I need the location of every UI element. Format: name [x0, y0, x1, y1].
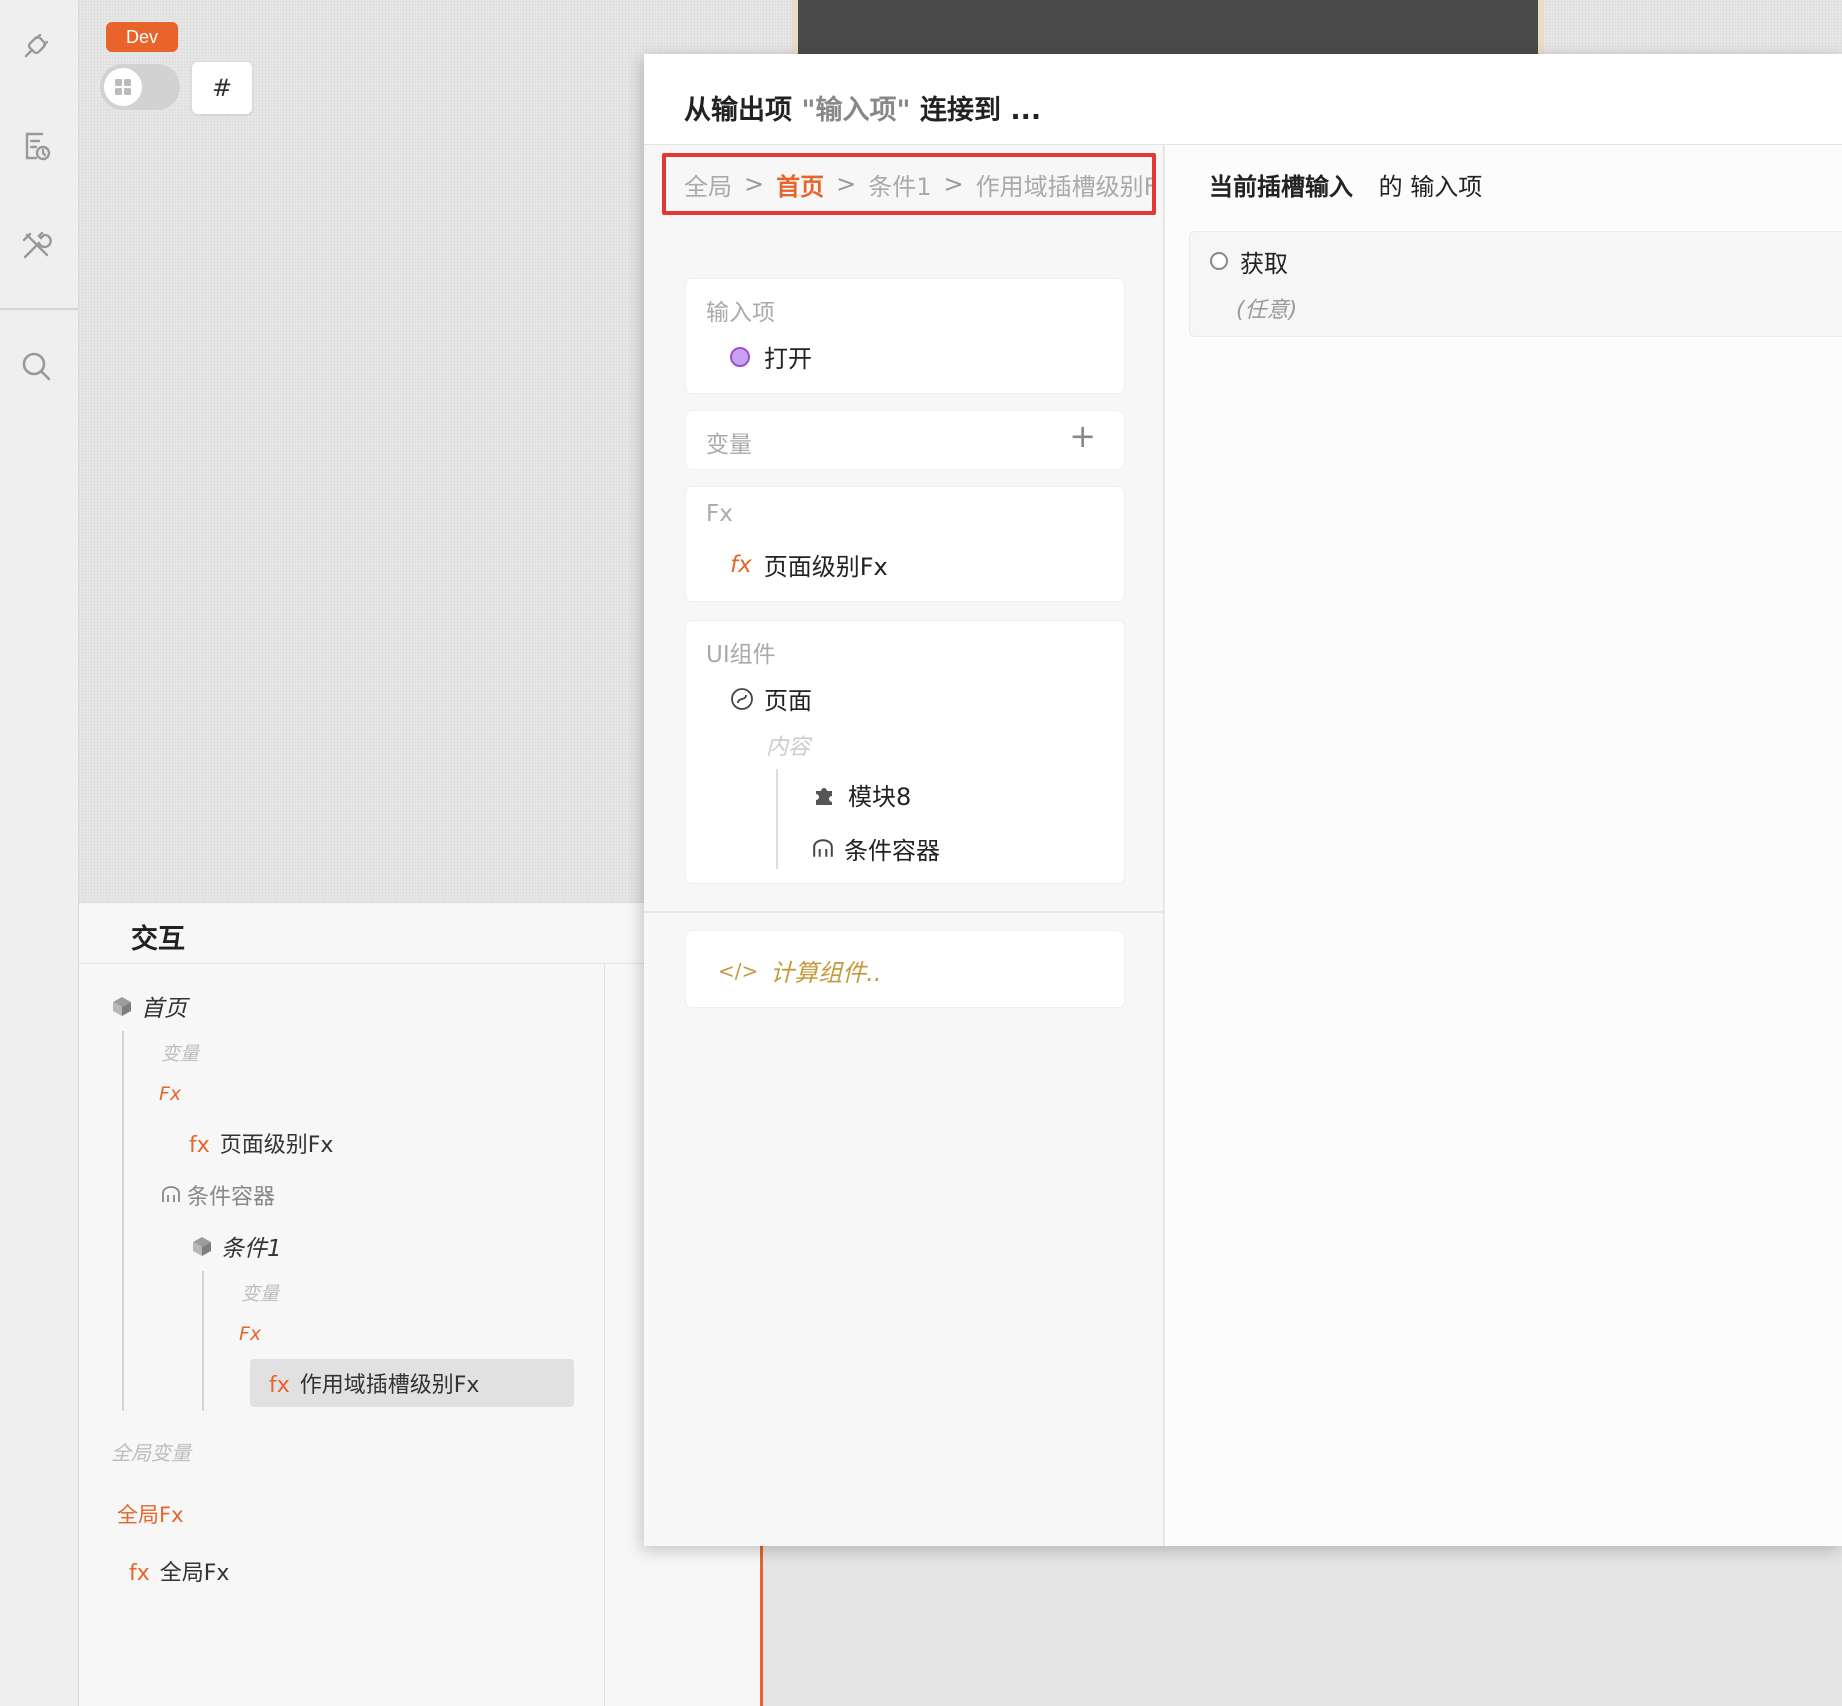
tree-cond-fx-heading: Fx [239, 1323, 262, 1345]
modal-title-quoted: "输入项" [801, 95, 911, 126]
fx-icon: fx [269, 1373, 290, 1398]
breadcrumb-separator: > [744, 170, 765, 198]
connect-modal: 从输出项 "输入项" 连接到 ... 全局 > 首页 > 条件1 > 作用域插槽… [644, 54, 1842, 1546]
ui-item-container[interactable]: 条件容器 [812, 831, 940, 866]
tree-cond-label: 条件1 [221, 1236, 282, 1262]
target-port-card[interactable]: 获取 (任意) [1189, 231, 1842, 337]
fx-heading: Fx [706, 501, 733, 527]
target-port-type: (任意) [1236, 298, 1298, 323]
puzzle-icon [816, 787, 832, 805]
tree-global-fx-item[interactable]: fx 全局Fx [129, 1555, 229, 1587]
breadcrumb-item[interactable]: 条件1 [868, 167, 931, 202]
port-dot-icon [730, 346, 750, 367]
breadcrumb-item-current[interactable]: 首页 [776, 167, 824, 202]
cube-icon [113, 997, 131, 1016]
target-column: 当前插槽输入 的 输入项 获取 (任意) [1167, 145, 1842, 1546]
panel-title: 交互 [131, 924, 185, 955]
ui-item-page[interactable]: 页面 [730, 681, 812, 716]
breadcrumb-item[interactable]: 全局 [684, 167, 732, 202]
tree-root-label: 首页 [141, 996, 187, 1022]
grid-icon [104, 68, 142, 106]
breadcrumb-item[interactable]: 作用域插槽级别Fx [976, 167, 1152, 202]
ui-components-card: UI组件 页面 内容 模块8 条件容器 [686, 621, 1124, 883]
tree-root-vars: 变量 [161, 1043, 200, 1065]
target-heading: 当前插槽输入 的 输入项 [1209, 167, 1482, 202]
fx-item-page[interactable]: fx 页面级别Fx [730, 547, 888, 582]
tree-cond-fx-item[interactable]: fx 作用域插槽级别Fx [269, 1367, 479, 1399]
tree-guide-line [122, 1031, 124, 1411]
container-icon [813, 838, 833, 857]
compute-component-button[interactable]: </> 计算组件.. [718, 953, 882, 988]
vars-card: 变量 + [686, 411, 1124, 469]
fx-item-label: 页面级别Fx [763, 553, 888, 581]
fx-icon: fx [730, 551, 752, 578]
tree-guide-line [202, 1271, 204, 1411]
inputs-card: 输入项 打开 [686, 279, 1124, 393]
tools-icon[interactable] [14, 224, 58, 268]
accent-rule [760, 1546, 763, 1706]
tree-container-label: 条件容器 [187, 1185, 276, 1210]
plug-icon[interactable] [14, 24, 58, 68]
history-doc-icon[interactable] [14, 124, 58, 168]
ui-tree-line [776, 769, 778, 869]
cube-icon [193, 1237, 211, 1256]
scope-column: 全局 > 首页 > 条件1 > 作用域插槽级别Fx 输入项 打开 变量 + Fx… [644, 145, 1165, 1546]
fx-icon: fx [129, 1561, 150, 1586]
scope-divider [644, 911, 1165, 913]
breadcrumb: 全局 > 首页 > 条件1 > 作用域插槽级别Fx [662, 153, 1156, 215]
search-icon[interactable] [14, 344, 58, 388]
breadcrumb-separator: > [943, 170, 964, 198]
left-rail [0, 0, 79, 1706]
code-icon: </> [718, 958, 759, 983]
target-heading-bold: 当前插槽输入 [1209, 173, 1353, 201]
grid-toggle[interactable] [100, 64, 180, 110]
ui-item-module[interactable]: 模块8 [812, 777, 911, 812]
port-radio-icon[interactable] [1210, 252, 1228, 270]
tree-cond-fx-label: 作用域插槽级别Fx [299, 1373, 480, 1398]
tree-root-fx-item[interactable]: fx 页面级别Fx [189, 1127, 333, 1159]
tree-node-root[interactable]: 首页 [111, 989, 187, 1023]
tree-node-cond[interactable]: 条件1 [191, 1229, 282, 1263]
fx-icon: fx [189, 1133, 210, 1158]
ui-page-label: 页面 [764, 687, 812, 715]
target-heading-rest: 的 输入项 [1378, 173, 1483, 201]
fx-card: Fx fx 页面级别Fx [686, 487, 1124, 601]
tree-global-vars: 全局变量 [111, 1441, 191, 1465]
hash-button[interactable]: # [192, 62, 252, 114]
container-icon [162, 1186, 180, 1202]
vars-heading: 变量 [706, 432, 752, 458]
env-badge: Dev [106, 22, 178, 52]
modal-title-prefix: 从输出项 [684, 95, 792, 126]
modal-title: 从输出项 "输入项" 连接到 ... [684, 88, 1041, 127]
input-port-label: 打开 [764, 345, 812, 373]
page-icon [731, 687, 753, 710]
tree-global-fx-heading: 全局Fx [117, 1503, 184, 1527]
tree-cond-vars: 变量 [241, 1283, 280, 1305]
ui-slot-content: 内容 [766, 735, 811, 760]
input-port-open[interactable]: 打开 [730, 339, 812, 374]
modal-title-suffix: 连接到 ... [919, 95, 1042, 126]
device-preview-frame [792, 0, 1544, 60]
compute-label: 计算组件.. [770, 959, 882, 987]
tree-column-divider [604, 964, 605, 1706]
tree-root-fx-heading: Fx [159, 1083, 182, 1105]
add-variable-button[interactable]: + [1069, 417, 1096, 455]
breadcrumb-separator: > [836, 170, 857, 198]
inputs-heading: 输入项 [706, 300, 775, 326]
rail-divider [0, 308, 79, 310]
compute-card[interactable]: </> 计算组件.. [686, 931, 1124, 1007]
tree-container[interactable]: 条件容器 [161, 1179, 275, 1211]
tree-root-fx-label: 页面级别Fx [219, 1133, 334, 1158]
ui-heading: UI组件 [706, 642, 776, 668]
target-port-label: 获取 [1240, 250, 1288, 278]
ui-container-label: 条件容器 [844, 837, 940, 865]
ui-module-label: 模块8 [848, 783, 912, 811]
tree-global-fx-label: 全局Fx [159, 1561, 230, 1586]
